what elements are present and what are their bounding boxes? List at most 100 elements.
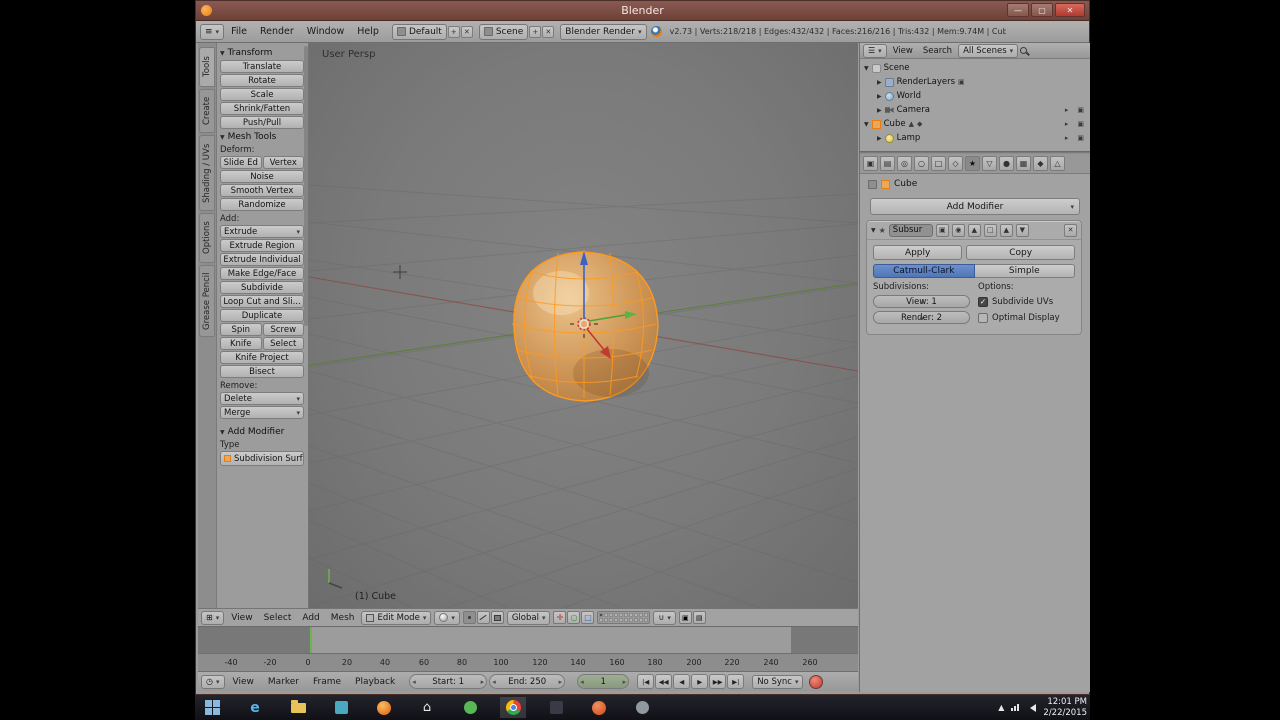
slide-vertex-button[interactable]: Vertex (262, 156, 304, 169)
view-subdivisions-field[interactable]: ◂ View: 1 ▸ (873, 295, 970, 308)
duplicate-button[interactable]: Duplicate (220, 309, 304, 322)
taskbar-app-green[interactable] (457, 697, 483, 718)
close-button[interactable]: ✕ (1055, 3, 1085, 17)
tab-particles-icon[interactable]: ◆ (1033, 156, 1048, 171)
restrict-select-icon[interactable]: ▸ (1065, 134, 1069, 142)
knife-button[interactable]: Knife (220, 337, 262, 350)
outliner-editor-type-button[interactable]: ☰ ▾ (863, 43, 887, 58)
menu-outliner-view[interactable]: View (889, 43, 917, 58)
layers-widget[interactable] (597, 611, 651, 624)
move-down-icon[interactable]: ▼ (1015, 223, 1029, 237)
subdivide-uvs-checkbox[interactable]: ✓ (978, 296, 988, 307)
menu-mesh[interactable]: Mesh (327, 609, 359, 626)
decrement-icon[interactable]: ◂ (492, 678, 496, 686)
render-visibility-icon[interactable]: ▣ (935, 223, 949, 237)
tab-texture-icon[interactable]: ▦ (1016, 156, 1031, 171)
cage-visibility-icon[interactable]: □ (983, 223, 997, 237)
extrude-button[interactable]: Extrude ▾ (220, 225, 304, 238)
sync-mode-selector[interactable]: No Sync ▾ (752, 674, 804, 689)
modifier-type-dropdown[interactable]: Subdivision Surface ▾ (220, 451, 304, 466)
increment-icon[interactable]: ▸ (481, 678, 485, 686)
bisect-button[interactable]: Bisect (220, 365, 304, 378)
expand-icon[interactable]: ▶ (877, 93, 882, 100)
remove-layout-button[interactable]: ✕ (460, 25, 473, 38)
auto-keyframe-record-button[interactable] (809, 674, 824, 689)
screw-button[interactable]: Screw (262, 323, 304, 336)
restrict-select-icon[interactable]: ▸ (1065, 120, 1069, 128)
restrict-render-icon[interactable]: ▣ (1077, 120, 1084, 128)
menu-tl-playback[interactable]: Playback (349, 672, 401, 691)
menu-add[interactable]: Add (298, 609, 323, 626)
cube-object[interactable] (511, 250, 659, 402)
viewport-visibility-icon[interactable]: ◉ (951, 223, 965, 237)
tab-render-layers-icon[interactable]: ▤ (880, 156, 895, 171)
toolshelf-scrollbar[interactable] (304, 46, 308, 326)
optimal-display-checkbox[interactable] (978, 312, 988, 323)
expand-icon[interactable]: ▼ (871, 227, 876, 234)
merge-button[interactable]: Merge ▾ (220, 406, 304, 419)
shrink-fatten-button[interactable]: Shrink/Fatten (220, 102, 304, 115)
tab-object-icon[interactable]: □ (931, 156, 946, 171)
modifier-name-field[interactable]: Subsur (888, 223, 933, 237)
menu-file[interactable]: File (225, 21, 253, 42)
tab-render-icon[interactable]: ▣ (863, 156, 878, 171)
catmull-clark-button[interactable]: Catmull-Clark (873, 264, 975, 278)
menu-render[interactable]: Render (254, 21, 300, 42)
play-button[interactable]: ▶ (691, 674, 709, 689)
remove-scene-button[interactable]: ✕ (542, 25, 555, 38)
modifier-panel-header[interactable]: ▼ ★ Subsur ▣ ◉ ▲ □ ▲ ▼ ✕ (867, 221, 1081, 240)
expand-icon[interactable]: ▶ (877, 79, 882, 86)
taskbar-firefox[interactable] (371, 697, 397, 718)
tab-options[interactable]: Options (199, 213, 215, 263)
add-layout-button[interactable]: + (447, 25, 460, 38)
simple-button[interactable]: Simple (974, 264, 1075, 278)
timeline-ruler[interactable]: -40 -20 0 20 40 60 80 100 120 140 160 18… (198, 653, 858, 671)
outliner-row-world[interactable]: ▶ World (864, 89, 1090, 103)
outliner-scope-selector[interactable]: All Scenes ▾ (958, 43, 1019, 58)
outliner-row-scene[interactable]: ▼ Scene (864, 61, 1090, 75)
push-pull-button[interactable]: Push/Pull (220, 116, 304, 129)
knife-project-button[interactable]: Knife Project (220, 351, 304, 364)
tab-shading-uvs[interactable]: Shading / UVs (199, 135, 215, 211)
delete-modifier-icon[interactable]: ✕ (1064, 223, 1077, 237)
expand-icon[interactable]: ▼ (864, 65, 869, 72)
delete-button[interactable]: Delete ▾ (220, 392, 304, 405)
taskbar-app-teal[interactable] (328, 697, 354, 718)
timeline-editor-type-button[interactable]: ◷ ▾ (201, 674, 225, 689)
rotate-button[interactable]: Rotate (220, 74, 304, 87)
menu-help[interactable]: Help (351, 21, 385, 42)
rotate-manipulator-button[interactable]: ○ (567, 611, 581, 624)
taskbar-chrome[interactable] (500, 697, 526, 718)
tab-constraints-icon[interactable]: ◇ (948, 156, 963, 171)
menu-outliner-search[interactable]: Search (919, 43, 956, 58)
add-modifier-dropdown[interactable]: Add Modifier ▾ (870, 198, 1080, 215)
move-up-icon[interactable]: ▲ (999, 223, 1013, 237)
tab-scene-icon[interactable]: ◎ (897, 156, 912, 171)
snap-selector[interactable]: ∪ ▾ (653, 610, 676, 625)
restrict-select-icon[interactable]: ▸ (1065, 106, 1069, 114)
mode-selector[interactable]: Edit Mode ▾ (361, 610, 432, 625)
timeline-strip[interactable] (198, 626, 858, 653)
render-still-button[interactable]: ▣ (678, 611, 692, 624)
start-frame-field[interactable]: ◂ Start: 1 ▸ (409, 674, 488, 689)
end-frame-field[interactable]: ◂ End: 250 ▸ (489, 674, 566, 689)
make-edge-face-button[interactable]: Make Edge/Face (220, 267, 304, 280)
tab-physics-icon[interactable]: △ (1050, 156, 1065, 171)
current-frame-field[interactable]: ◂ 1 ▸ (577, 674, 630, 689)
face-select-button[interactable] (490, 611, 504, 624)
taskbar-clock[interactable]: 12:01 PM 2/22/2015 (1043, 697, 1087, 717)
scale-button[interactable]: Scale (220, 88, 304, 101)
taskbar-app-dark[interactable] (543, 697, 569, 718)
noise-button[interactable]: Noise (220, 170, 304, 183)
outliner-row-cube[interactable]: ▼ Cube ▲ ◆ ▸ ▣ (864, 117, 1090, 131)
increment-icon[interactable]: ▸ (920, 315, 923, 322)
transform-orientation-selector[interactable]: Global ▾ (506, 610, 551, 625)
slide-edge-button[interactable]: Slide Ed (220, 156, 262, 169)
taskbar-file-explorer[interactable] (285, 697, 311, 718)
extrude-individual-button[interactable]: Extrude Individual (220, 253, 304, 266)
properties-editor-icon[interactable] (868, 179, 877, 189)
menu-tl-marker[interactable]: Marker (262, 672, 305, 691)
outliner-row-lamp[interactable]: ▶ Lamp ▸ ▣ (864, 131, 1090, 145)
extrude-region-button[interactable]: Extrude Region (220, 239, 304, 252)
spin-button[interactable]: Spin (220, 323, 262, 336)
